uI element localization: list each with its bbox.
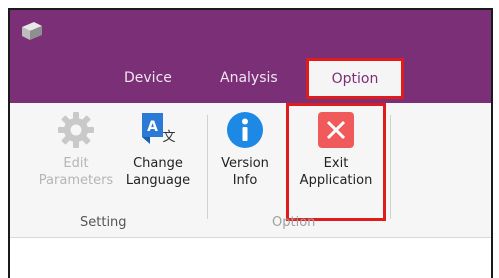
option-group-label: Option — [272, 215, 316, 230]
tab-option[interactable]: Option — [306, 58, 404, 99]
tab-analysis[interactable]: Analysis — [220, 70, 278, 86]
info-icon — [226, 111, 264, 149]
change-language-line1: Change — [133, 156, 183, 171]
app-logo-icon — [22, 22, 42, 40]
group-separator — [207, 115, 208, 219]
setting-group-label: Setting — [80, 215, 127, 230]
group-separator — [390, 115, 391, 219]
edit-parameters-button[interactable]: Edit Parameters — [38, 111, 114, 189]
svg-text:文: 文 — [162, 130, 175, 145]
edit-parameters-line1: Edit — [63, 156, 89, 171]
exit-application-button[interactable]: Exit Application — [286, 103, 386, 221]
gear-icon — [57, 111, 95, 149]
ribbon-panel: Edit Parameters A 文 Change Language Vers… — [10, 103, 491, 238]
exit-application-line1: Exit — [323, 156, 349, 171]
change-language-label: Change Language — [126, 155, 190, 189]
exit-application-line2: Application — [299, 173, 373, 188]
edit-parameters-label: Edit Parameters — [39, 155, 113, 189]
application-window: Device Analysis Option Edit Parameters A… — [8, 8, 493, 278]
change-language-line2: Language — [125, 173, 191, 188]
edit-parameters-line2: Parameters — [38, 173, 114, 188]
title-bar: Device Analysis Option — [10, 10, 491, 103]
svg-text:A: A — [147, 119, 158, 135]
translate-icon: A 文 — [139, 111, 177, 149]
version-info-label: Version Info — [221, 155, 269, 189]
exit-application-label: Exit Application — [300, 155, 373, 189]
version-info-button[interactable]: Version Info — [215, 111, 275, 189]
change-language-button[interactable]: A 文 Change Language — [118, 111, 198, 189]
version-info-line1: Version — [221, 156, 269, 171]
version-info-line2: Info — [232, 173, 258, 188]
tab-device[interactable]: Device — [124, 70, 172, 86]
close-icon — [317, 111, 355, 149]
